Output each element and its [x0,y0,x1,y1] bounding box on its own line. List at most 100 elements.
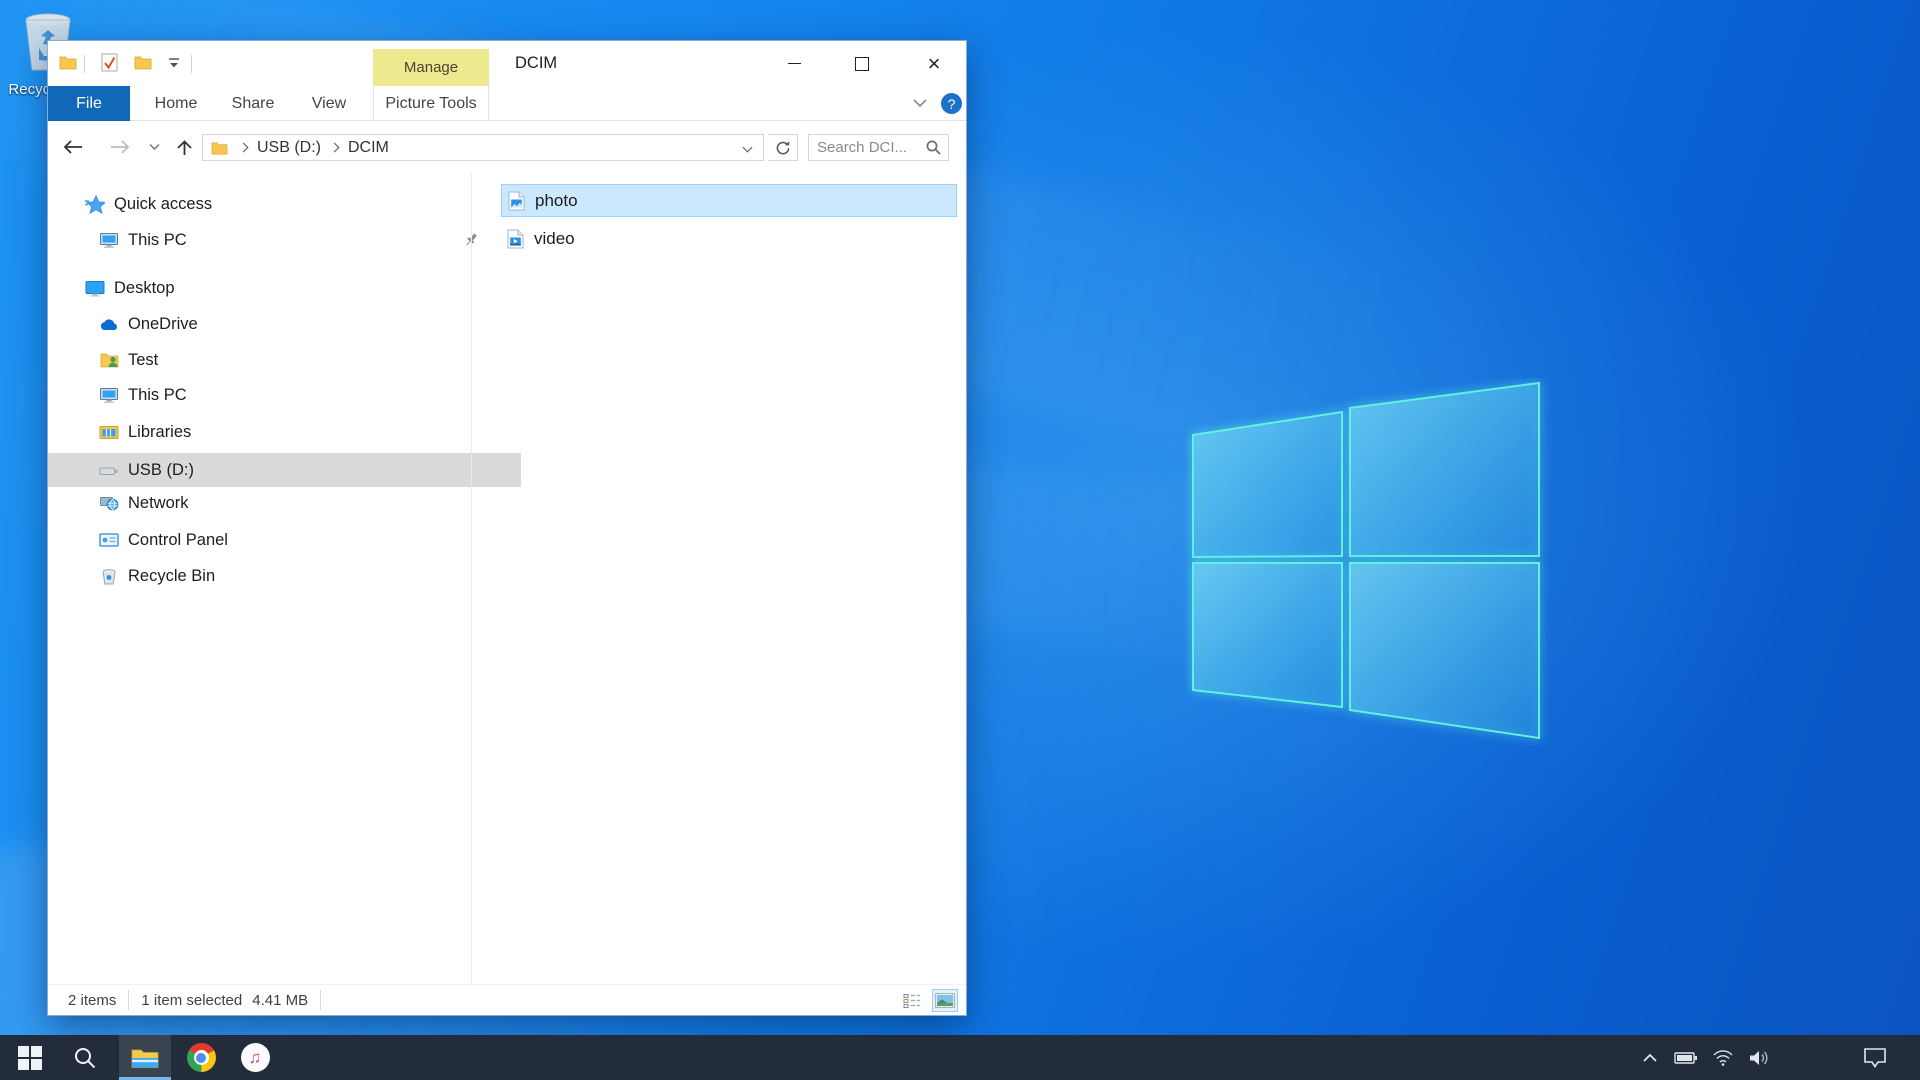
search-icon[interactable] [925,139,942,156]
file-row-photo[interactable]: photo [501,184,957,217]
status-selection: 1 item selected [141,992,242,1009]
show-hidden-icons-button[interactable] [1633,1035,1667,1080]
forward-button[interactable] [104,131,136,163]
screen: Recycle Bin Manage DCIM [0,0,1920,1080]
refresh-button[interactable] [768,134,798,161]
sidebar-item-network[interactable]: Network [48,486,521,520]
action-center-icon [1862,1046,1888,1070]
recent-locations-chevron[interactable] [138,131,170,163]
search-input[interactable] [815,138,925,157]
qat-checkbox-document-icon[interactable] [101,53,118,72]
start-button[interactable] [6,1035,54,1080]
sidebar-item-label: Network [128,494,189,513]
navigation-pane: Quick access This PC [48,173,471,986]
taskbar: ♫ [0,1035,1920,1080]
volume-icon [1748,1049,1770,1067]
status-selection-size: 4.41 MB [252,992,308,1009]
address-bar[interactable]: USB (D:) DCIM [202,134,764,161]
wifi-tray-button[interactable] [1706,1035,1740,1080]
sidebar-item-libraries[interactable]: Libraries [48,415,521,449]
taskbar-chrome-button[interactable] [177,1035,225,1080]
sidebar-item-label: Control Panel [128,531,228,550]
sidebar-item-label: This PC [128,231,187,250]
video-file-icon [507,229,524,249]
qat-folder-properties-icon[interactable] [59,55,77,70]
sidebar-item-label: This PC [128,386,187,405]
file-row-video[interactable]: video [501,222,957,255]
qat-separator [84,55,85,73]
status-bar: 2 items 1 item selected 4.41 MB [48,984,966,1015]
tab-picture-tools[interactable]: Picture Tools [373,86,489,121]
onedrive-cloud-icon [98,318,120,331]
recycle-bin-icon [98,568,120,585]
user-folder-icon [98,352,120,368]
sidebar-item-test-user[interactable]: Test [48,343,521,377]
status-separator [320,990,321,1010]
file-name: photo [535,191,578,211]
title-bar[interactable]: Manage DCIM × [48,41,966,86]
tab-share[interactable]: Share [220,86,286,121]
itunes-icon: ♫ [241,1043,270,1072]
desktop-icon [84,280,106,297]
maximize-button[interactable] [829,41,895,86]
sidebar-item-this-pc-pinned[interactable]: This PC [48,223,521,257]
details-view-button[interactable] [899,989,925,1012]
sidebar-item-this-pc[interactable]: This PC [48,378,521,412]
usb-drive-icon [98,463,120,477]
breadcrumb-chevron-icon[interactable] [239,143,249,153]
breadcrumb-drive[interactable]: USB (D:) [253,139,325,157]
window-title: DCIM [515,41,557,86]
network-icon [98,495,120,511]
manage-contextual-tab[interactable]: Manage [373,49,489,86]
large-icons-view-button[interactable] [932,989,958,1012]
sidebar-item-usb-drive[interactable]: USB (D:) [48,453,521,487]
action-center-button[interactable] [1855,1035,1895,1080]
search-box[interactable] [808,134,949,161]
computer-icon [98,232,120,249]
help-icon: ? [948,96,956,112]
sidebar-item-label: OneDrive [128,315,198,334]
address-folder-icon[interactable] [211,141,228,155]
windows-logo-wallpaper [1185,378,1550,746]
status-items-count: 2 items [68,992,116,1009]
file-explorer-icon [131,1047,159,1069]
volume-tray-button[interactable] [1742,1035,1776,1080]
close-icon: × [928,53,941,75]
ribbon-tab-row: File Home Share View Picture Tools ? [48,86,966,121]
breadcrumb-folder[interactable]: DCIM [344,139,393,157]
sidebar-item-label: Libraries [128,423,191,442]
quick-access-star-icon [84,195,106,214]
sidebar-item-label: Desktop [114,279,175,298]
address-bar-row: USB (D:) DCIM [48,121,966,173]
file-explorer-window: Manage DCIM × File Home Share View Pictu… [47,40,967,1016]
up-button[interactable] [168,131,200,163]
sidebar-item-label: Recycle Bin [128,567,215,586]
help-button[interactable]: ? [941,93,962,114]
battery-tray-button[interactable] [1669,1035,1703,1080]
taskbar-search-button[interactable] [61,1035,109,1080]
explorer-main-area: Quick access This PC [48,173,966,986]
sidebar-item-control-panel[interactable]: Control Panel [48,523,521,557]
sidebar-item-desktop[interactable]: Desktop [48,271,507,305]
qat-separator [191,55,192,73]
customize-qat-icon[interactable] [167,57,181,69]
minimize-button[interactable] [761,41,827,86]
sidebar-item-quick-access[interactable]: Quick access [48,187,507,221]
close-button[interactable]: × [901,41,967,86]
sidebar-item-recycle-bin[interactable]: Recycle Bin [48,559,521,593]
sidebar-item-label: Quick access [114,195,212,214]
address-dropdown-chevron-icon[interactable] [743,143,753,153]
computer-icon [98,387,120,404]
taskbar-itunes-button[interactable]: ♫ [231,1035,279,1080]
breadcrumb-chevron-icon[interactable] [330,143,340,153]
back-button[interactable] [57,131,89,163]
sidebar-item-onedrive[interactable]: OneDrive [48,307,521,341]
qat-new-folder-icon[interactable] [134,55,152,70]
tab-home[interactable]: Home [143,86,209,121]
taskbar-file-explorer-button[interactable] [119,1035,171,1080]
sidebar-item-label: USB (D:) [128,461,194,480]
tab-file[interactable]: File [48,86,130,121]
tab-view[interactable]: View [298,86,360,121]
battery-icon [1674,1051,1698,1065]
expand-ribbon-chevron-icon[interactable] [912,98,928,108]
